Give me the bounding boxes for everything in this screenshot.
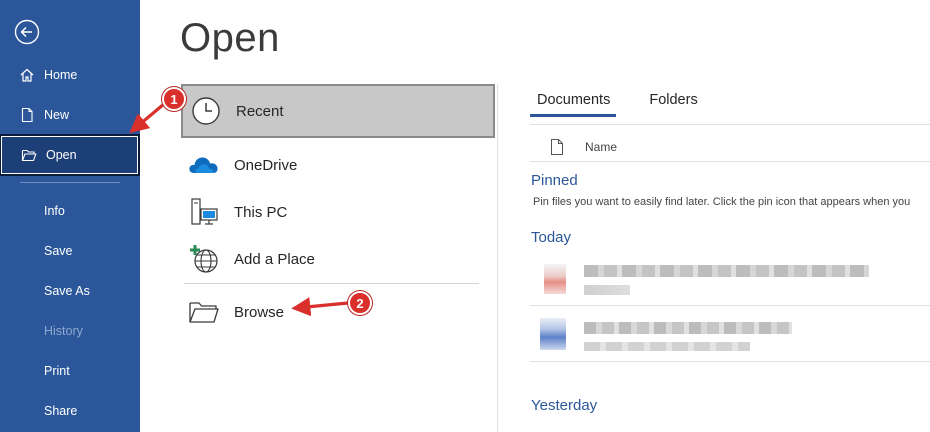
clock-icon	[188, 93, 224, 129]
onedrive-cloud-icon	[186, 147, 222, 183]
pinned-hint: Pin files you want to easily find later.…	[533, 196, 911, 208]
page-title: Open	[180, 16, 280, 60]
nav-label-print: Print	[44, 364, 70, 378]
nav-item-print[interactable]: Print	[0, 353, 140, 389]
nav-item-save[interactable]: Save	[0, 233, 140, 269]
location-label-recent: Recent	[236, 102, 284, 120]
location-label-this-pc: This PC	[234, 203, 288, 221]
file-list-header: Name	[530, 132, 930, 162]
nav-label-share: Share	[44, 404, 78, 418]
tabs-divider	[530, 124, 930, 125]
file-thumbnail-icon	[540, 318, 566, 350]
column-header-name[interactable]: Name	[585, 140, 617, 154]
home-icon	[19, 67, 35, 83]
recent-file-row[interactable]	[530, 312, 930, 362]
file-tabs: Documents Folders	[530, 92, 730, 117]
section-today: Today	[531, 229, 572, 246]
new-document-icon	[19, 107, 35, 123]
location-add-a-place[interactable]: Add a Place	[181, 235, 495, 283]
nav-item-info[interactable]: Info	[0, 193, 140, 229]
file-type-icon	[550, 138, 564, 155]
nav-item-share[interactable]: Share	[0, 393, 140, 429]
location-label-add-a-place: Add a Place	[234, 250, 315, 268]
back-arrow-icon[interactable]	[14, 19, 40, 45]
computer-icon	[186, 194, 222, 230]
location-recent[interactable]: Recent	[181, 84, 495, 138]
folder-icon	[186, 294, 222, 330]
nav-divider	[20, 182, 120, 183]
nav-item-history: History	[0, 313, 140, 349]
annotation-badge-2: 2	[348, 291, 372, 315]
tab-documents[interactable]: Documents	[530, 92, 617, 117]
nav-label-open: Open	[46, 148, 77, 162]
locations-divider	[184, 283, 479, 284]
nav-label-save-as: Save As	[44, 284, 90, 298]
nav-item-save-as[interactable]: Save As	[0, 273, 140, 309]
column-divider	[497, 84, 498, 432]
section-pinned: Pinned	[531, 172, 578, 189]
nav-item-home[interactable]: Home	[0, 57, 140, 93]
nav-label-save: Save	[44, 244, 73, 258]
file-path-redacted	[584, 285, 630, 295]
location-label-onedrive: OneDrive	[234, 156, 298, 174]
recent-file-row[interactable]	[530, 256, 930, 306]
section-yesterday: Yesterday	[531, 397, 598, 414]
nav-label-new: New	[44, 108, 70, 122]
file-name-redacted	[584, 265, 869, 277]
file-name-redacted	[584, 322, 792, 334]
file-thumbnail-icon	[544, 264, 566, 294]
nav-label-home: Home	[44, 68, 78, 82]
location-this-pc[interactable]: This PC	[181, 188, 495, 236]
add-place-globe-icon	[186, 241, 222, 277]
file-path-redacted	[584, 342, 750, 351]
nav-label-history: History	[44, 324, 83, 338]
location-onedrive[interactable]: OneDrive	[181, 141, 495, 189]
tab-folders[interactable]: Folders	[642, 92, 703, 117]
annotation-badge-1: 1	[162, 87, 186, 111]
backstage-nav: Home New Open Info Save Save As History …	[0, 0, 140, 432]
nav-label-info: Info	[44, 204, 65, 218]
open-folder-icon	[21, 147, 37, 163]
nav-item-open[interactable]: Open	[0, 134, 140, 176]
location-label-browse: Browse	[234, 303, 285, 321]
location-browse[interactable]: Browse	[181, 288, 495, 336]
nav-item-new[interactable]: New	[0, 97, 140, 133]
